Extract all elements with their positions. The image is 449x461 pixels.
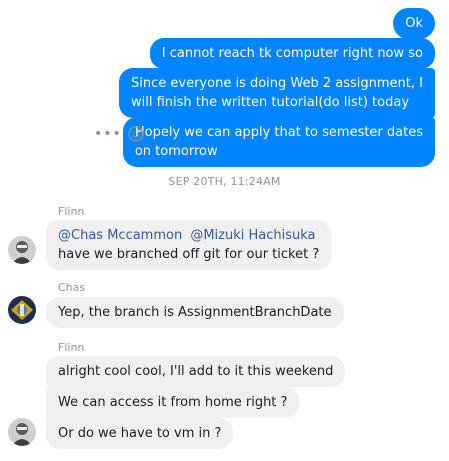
avatar-flinn[interactable] (8, 418, 36, 446)
outgoing-message[interactable]: Ok (393, 8, 435, 39)
avatar-image (8, 418, 36, 446)
incoming-message[interactable]: Or do we have to vm in ? (46, 418, 234, 449)
sender-name: Flinn (58, 205, 85, 218)
incoming-message[interactable]: Yep, the branch is AssignmentBranchDate (46, 297, 344, 328)
timestamp-divider: SEP 20TH, 11:24AM (168, 175, 281, 188)
mention-link[interactable]: @Chas Mccammon (58, 228, 182, 243)
incoming-message[interactable]: We can access it from home right ? (46, 387, 300, 418)
avatar-image (8, 236, 36, 264)
outgoing-message[interactable]: Since everyone is doing Web 2 assignment… (119, 68, 435, 118)
incoming-message[interactable]: alright cool cool, I'll add to it this w… (46, 356, 346, 387)
message-text: I cannot reach tk computer right now so (161, 46, 423, 61)
message-text-line: will finish the written tutorial(do list… (131, 95, 410, 110)
message-text-line: on tomorrow (134, 144, 218, 159)
message-mentions-line: @Chas Mccammon @Mizuki Hachisuka (58, 226, 319, 245)
mention-link[interactable]: @Mizuki Hachisuka (190, 228, 315, 243)
message-text-line: have we branched off git for our ticket … (58, 247, 320, 262)
sender-name: Chas (58, 281, 86, 294)
message-thread: Ok I cannot reach tk computer right now … (0, 0, 449, 461)
avatar-flinn[interactable] (8, 236, 36, 264)
avatar-image (8, 296, 36, 324)
message-text: Or do we have to vm in ? (58, 426, 222, 441)
message-text: We can access it from home right ? (58, 395, 288, 410)
message-text: Yep, the branch is AssignmentBranchDate (58, 305, 332, 320)
message-actions: ••• (94, 126, 144, 142)
more-options-icon[interactable]: ••• (94, 126, 122, 142)
outgoing-message[interactable]: I cannot reach tk computer right now so (149, 38, 435, 69)
avatar-chas[interactable] (8, 296, 36, 324)
outgoing-message[interactable]: Hopely we can apply that to semester dat… (122, 117, 435, 167)
message-text: alright cool cool, I'll add to it this w… (58, 364, 334, 379)
emoji-icon[interactable] (128, 126, 144, 142)
sender-name: Flinn (58, 341, 85, 354)
message-text-line: Since everyone is doing Web 2 assignment… (131, 76, 423, 91)
message-text: Ok (405, 16, 423, 31)
incoming-message[interactable]: @Chas Mccammon @Mizuki Hachisuka have we… (46, 220, 332, 270)
message-text-line: Hopely we can apply that to semester dat… (134, 125, 423, 140)
